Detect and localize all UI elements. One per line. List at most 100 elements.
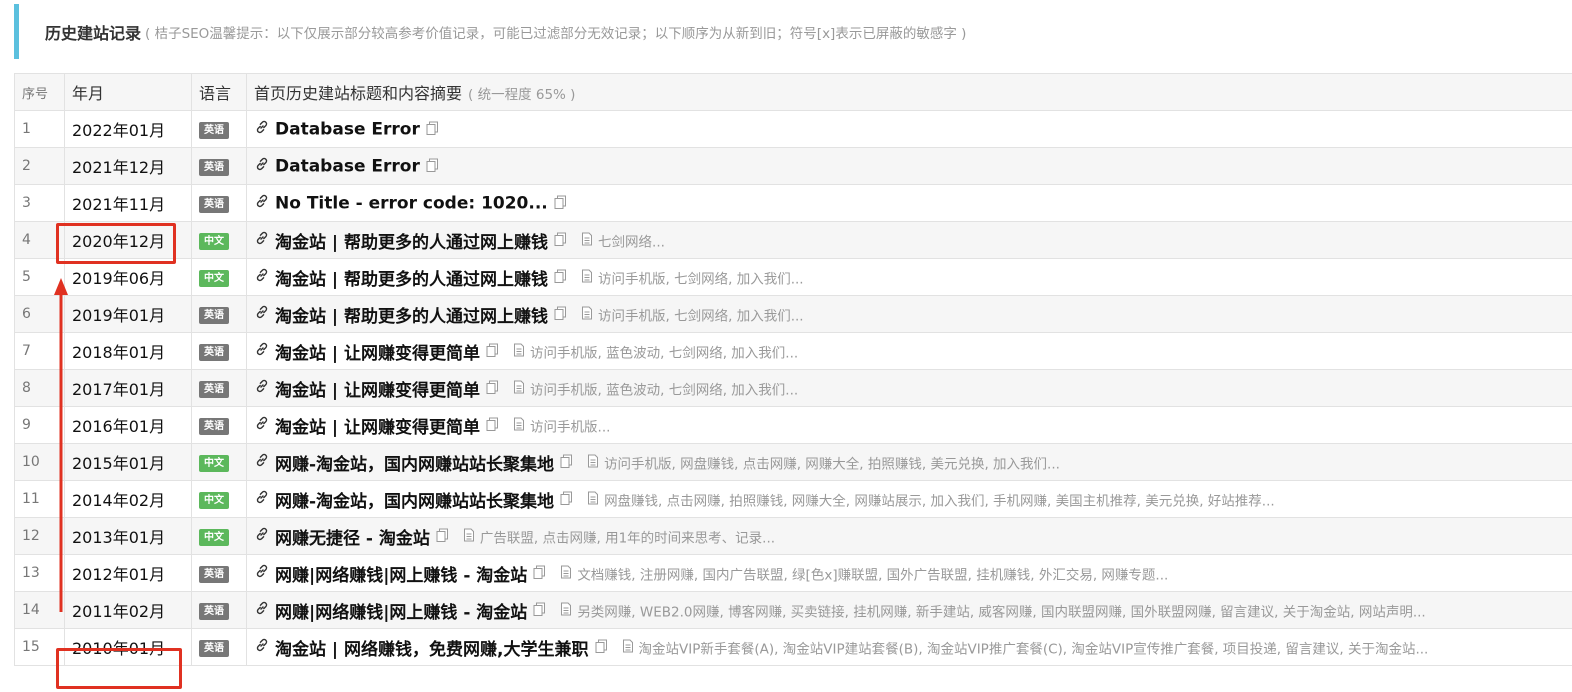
table-row: 11 2014年02月 中文 网赚-淘金站，国内网赚站站长聚集地 网盘赚钱, 点击网赚,… [14, 480, 1572, 518]
col-header-date: 年月 [64, 73, 192, 111]
copy-icon[interactable] [426, 157, 439, 176]
document-icon [513, 342, 525, 361]
row-summary: 访问手机版, 蓝色波动, 七剑网络, 加入我们... [530, 345, 799, 361]
lang-badge: 中文 [199, 232, 229, 250]
row-index: 11 [14, 480, 65, 518]
row-date: 2011年02月 [64, 591, 192, 629]
copy-icon[interactable] [533, 601, 546, 620]
row-title[interactable]: Database Error [275, 156, 420, 176]
link-icon[interactable] [254, 378, 270, 398]
copy-icon[interactable] [486, 379, 499, 398]
row-lang: 英语 [191, 332, 247, 370]
copy-icon[interactable] [554, 305, 567, 324]
copy-icon[interactable] [486, 416, 499, 435]
lang-badge: 英语 [199, 306, 229, 324]
link-icon[interactable] [254, 304, 270, 324]
document-icon [581, 305, 593, 324]
row-title-cell: 网赚-淘金站，国内网赚站站长聚集地 网盘赚钱, 点击网赚, 拍照赚钱, 网赚大全,… [246, 480, 1572, 518]
copy-icon[interactable] [533, 564, 546, 583]
row-date: 2019年01月 [64, 295, 192, 333]
copy-icon[interactable] [554, 194, 567, 213]
row-title[interactable]: 淘金站 | 帮助更多的人通过网上赚钱 [275, 233, 548, 253]
lang-badge: 英语 [199, 417, 229, 435]
row-summary: 网盘赚钱, 点击网赚, 拍照赚钱, 网赚大全, 网赚站展示, 加入我们, 手机网… [604, 493, 1275, 509]
row-date: 2021年11月 [64, 184, 192, 222]
copy-icon[interactable] [595, 638, 608, 657]
copy-icon[interactable] [436, 527, 449, 546]
col-header-title: 首页历史建站标题和内容摘要 ( 统一程度 65% ) [246, 73, 1572, 111]
link-icon[interactable] [254, 156, 270, 176]
row-summary: 七剑网络... [598, 234, 665, 250]
row-summary: 访问手机版, 七剑网络, 加入我们... [598, 271, 804, 287]
col-header-title-label: 首页历史建站标题和内容摘要 [254, 84, 463, 103]
copy-icon[interactable] [554, 268, 567, 287]
row-title[interactable]: 淘金站 | 帮助更多的人通过网上赚钱 [275, 307, 548, 327]
link-icon[interactable] [254, 193, 270, 213]
document-icon [463, 527, 475, 546]
link-icon[interactable] [254, 489, 270, 509]
link-icon[interactable] [254, 637, 270, 657]
link-icon[interactable] [254, 230, 270, 250]
table-row: 12 2013年01月 中文 网赚无捷径 - 淘金站 广告联盟, 点击网赚, 用1年的时… [14, 517, 1572, 555]
document-icon [513, 416, 525, 435]
link-icon[interactable] [254, 267, 270, 287]
section-header: 历史建站记录 ( 桔子SEO温馨提示：以下仅展示部分较高参考价值记录，可能已过滤… [14, 4, 1572, 59]
row-index: 13 [14, 554, 65, 592]
row-lang: 中文 [191, 258, 247, 296]
row-title-cell: Database Error [246, 110, 1572, 148]
row-title-cell: 淘金站 | 帮助更多的人通过网上赚钱 七剑网络... [246, 221, 1572, 259]
row-title[interactable]: Database Error [275, 119, 420, 139]
table-row: 6 2019年01月 英语 淘金站 | 帮助更多的人通过网上赚钱 访问手机版, 七剑网络… [14, 295, 1572, 333]
document-icon [581, 268, 593, 287]
row-title-cell: 淘金站 | 让网赚变得更简单 访问手机版, 蓝色波动, 七剑网络, 加入我们... [246, 332, 1572, 370]
row-title[interactable]: 淘金站 | 让网赚变得更简单 [275, 344, 480, 364]
copy-icon[interactable] [560, 453, 573, 472]
row-title[interactable]: 淘金站 | 让网赚变得更简单 [275, 381, 480, 401]
copy-icon[interactable] [486, 342, 499, 361]
row-index: 5 [14, 258, 65, 296]
row-lang: 中文 [191, 480, 247, 518]
link-icon[interactable] [254, 563, 270, 583]
row-date: 2019年06月 [64, 258, 192, 296]
link-icon[interactable] [254, 119, 270, 139]
row-title-cell: Database Error [246, 147, 1572, 185]
table-header-row: 序号 年月 语言 首页历史建站标题和内容摘要 ( 统一程度 65% ) [14, 73, 1572, 111]
link-icon[interactable] [254, 526, 270, 546]
row-index: 9 [14, 406, 65, 444]
highlight-box-2020 [56, 223, 176, 264]
section-note: ( 桔子SEO温馨提示：以下仅展示部分较高参考价值记录，可能已过滤部分无效记录；… [145, 25, 967, 42]
lang-badge: 中文 [199, 454, 229, 472]
history-table: 序号 年月 语言 首页历史建站标题和内容摘要 ( 统一程度 65% ) 1 2022… [14, 73, 1572, 666]
row-lang: 英语 [191, 369, 247, 407]
row-date: 2013年01月 [64, 517, 192, 555]
lang-badge: 英语 [199, 343, 229, 361]
row-title[interactable]: 网赚|网络赚钱|网上赚钱 - 淘金站 [275, 566, 527, 586]
row-title[interactable]: 网赚无捷径 - 淘金站 [275, 529, 430, 549]
row-title-cell: 淘金站 | 网络赚钱，免费网赚,大学生兼职 淘金站VIP新手套餐(A), 淘金站V… [246, 628, 1572, 666]
row-title[interactable]: 网赚-淘金站，国内网赚站站长聚集地 [275, 455, 554, 475]
table-row: 1 2022年01月 英语 Database Error [14, 110, 1572, 148]
copy-icon[interactable] [426, 120, 439, 139]
row-title[interactable]: 淘金站 | 网络赚钱，免费网赚,大学生兼职 [275, 640, 589, 660]
link-icon[interactable] [254, 600, 270, 620]
row-lang: 英语 [191, 110, 247, 148]
row-title[interactable]: 网赚|网络赚钱|网上赚钱 - 淘金站 [275, 603, 527, 623]
link-icon[interactable] [254, 341, 270, 361]
document-icon [622, 638, 634, 657]
row-lang: 英语 [191, 147, 247, 185]
table-row: 14 2011年02月 英语 网赚|网络赚钱|网上赚钱 - 淘金站 另类网赚, WEB2… [14, 591, 1572, 629]
document-icon [581, 231, 593, 250]
row-summary: 访问手机版... [530, 419, 611, 435]
row-summary: 访问手机版, 七剑网络, 加入我们... [598, 308, 804, 324]
section-title: 历史建站记录 [45, 23, 142, 43]
row-title[interactable]: 淘金站 | 帮助更多的人通过网上赚钱 [275, 270, 548, 290]
link-icon[interactable] [254, 415, 270, 435]
table-row: 2 2021年12月 英语 Database Error [14, 147, 1572, 185]
row-title[interactable]: 淘金站 | 让网赚变得更简单 [275, 418, 480, 438]
copy-icon[interactable] [554, 231, 567, 250]
row-title[interactable]: No Title - error code: 1020... [275, 193, 548, 213]
copy-icon[interactable] [560, 490, 573, 509]
row-summary: 广告联盟, 点击网赚, 用1年的时间来思考、记录... [479, 530, 776, 546]
link-icon[interactable] [254, 452, 270, 472]
row-title[interactable]: 网赚-淘金站，国内网赚站站长聚集地 [275, 492, 554, 512]
